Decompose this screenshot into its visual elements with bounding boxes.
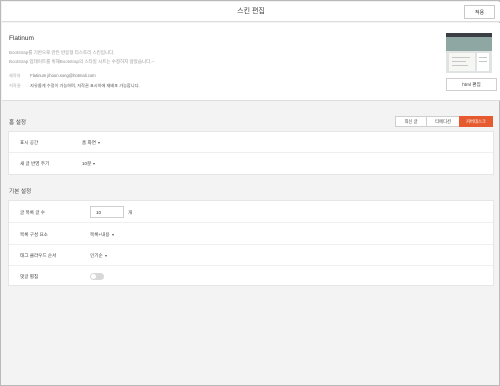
tab-cover-desk[interactable]: 커버데스크 [459, 116, 493, 127]
display-area-row: 표시 공간 홈 화면 [9, 132, 493, 153]
post-count-row: 글 목록 글 수 10 개 [9, 201, 493, 223]
license-label: 저작권 [9, 83, 21, 88]
tab-t-edition[interactable]: 티에디션 [426, 116, 460, 127]
maker-label: 제작자 [9, 73, 21, 78]
comment-fold-toggle[interactable] [90, 273, 104, 280]
caret-down-icon [111, 233, 114, 236]
post-count-input[interactable]: 10 [90, 206, 124, 218]
page-title: 스킨 편집 [237, 8, 265, 15]
caret-down-icon [104, 254, 107, 257]
home-settings-title: 홈 설정 [9, 120, 26, 126]
license-value: 자유롭게 수정이 가능하며, 저작권 표시하에 재배포 가능합니다. [30, 83, 140, 88]
skin-editor-window: 스킨 편집 적용 Flatinum Bootstrap를 기반으로 만든 반응형… [0, 0, 500, 386]
list-elements-row: 목록 구성 요소 목록+내용 [9, 223, 493, 245]
apply-button[interactable]: 적용 [464, 5, 495, 19]
display-area-label: 표시 공간 [20, 140, 39, 145]
basic-settings-title: 기본 설정 [9, 189, 32, 195]
refresh-interval-label: 새 글 반영 주기 [20, 161, 50, 166]
skin-desc-line: Bootstrap 업데이트를 위해Bootstrap의 스타일 시트는 수정하… [9, 59, 155, 64]
maker-row: 제작자 Flatinum jihoon.song@hotmail.com [9, 73, 96, 79]
skin-desc-line: Bootstrap를 기반으로 만든 반응형 티스토리 스킨입니다. [9, 50, 115, 55]
tag-cloud-row: 태그 클라우드 순서 인기순 [9, 245, 493, 266]
post-count-label: 글 목록 글 수 [20, 210, 45, 215]
refresh-interval-select[interactable]: 10분 [82, 161, 96, 167]
home-cover-tabs: 최신 글 티에디션 커버데스크 [395, 116, 493, 127]
tag-cloud-select[interactable]: 인기순 [90, 253, 107, 259]
top-bar: 스킨 편집 적용 [2, 2, 500, 22]
display-area-select[interactable]: 홈 화면 [82, 140, 100, 146]
skin-info: Flatinum Bootstrap를 기반으로 만든 반응형 티스토리 스킨입… [2, 23, 500, 101]
tag-cloud-label: 태그 클라우드 순서 [20, 253, 57, 258]
maker-value: Flatinum jihoon.song@hotmail.com [30, 73, 96, 78]
refresh-interval-row: 새 글 반영 주기 10분 [9, 153, 493, 175]
caret-down-icon [93, 162, 96, 165]
list-elements-label: 목록 구성 요소 [20, 232, 48, 237]
license-row: 저작권 자유롭게 수정이 가능하며, 저작권 표시하에 재배포 가능합니다. [9, 83, 140, 89]
post-count-unit: 개 [128, 210, 133, 215]
skin-description: Bootstrap를 기반으로 만든 반응형 티스토리 스킨입니다. Boots… [9, 48, 155, 66]
skin-thumbnail [446, 33, 492, 73]
toggle-knob [91, 274, 96, 279]
list-elements-select[interactable]: 목록+내용 [90, 232, 114, 238]
basic-settings-panel: 글 목록 글 수 10 개 목록 구성 요소 목록+내용 태그 클라우드 순서 … [8, 200, 494, 286]
comment-fold-label: 댓글 펼침 [20, 274, 39, 279]
skin-name: Flatinum [9, 35, 34, 42]
home-settings-panel: 표시 공간 홈 화면 새 글 반영 주기 10분 [8, 131, 494, 175]
caret-down-icon [97, 141, 100, 144]
html-edit-button[interactable]: html 편집 [446, 78, 497, 91]
tab-latest-posts[interactable]: 최신 글 [395, 116, 427, 127]
comment-fold-row: 댓글 펼침 [9, 266, 493, 287]
